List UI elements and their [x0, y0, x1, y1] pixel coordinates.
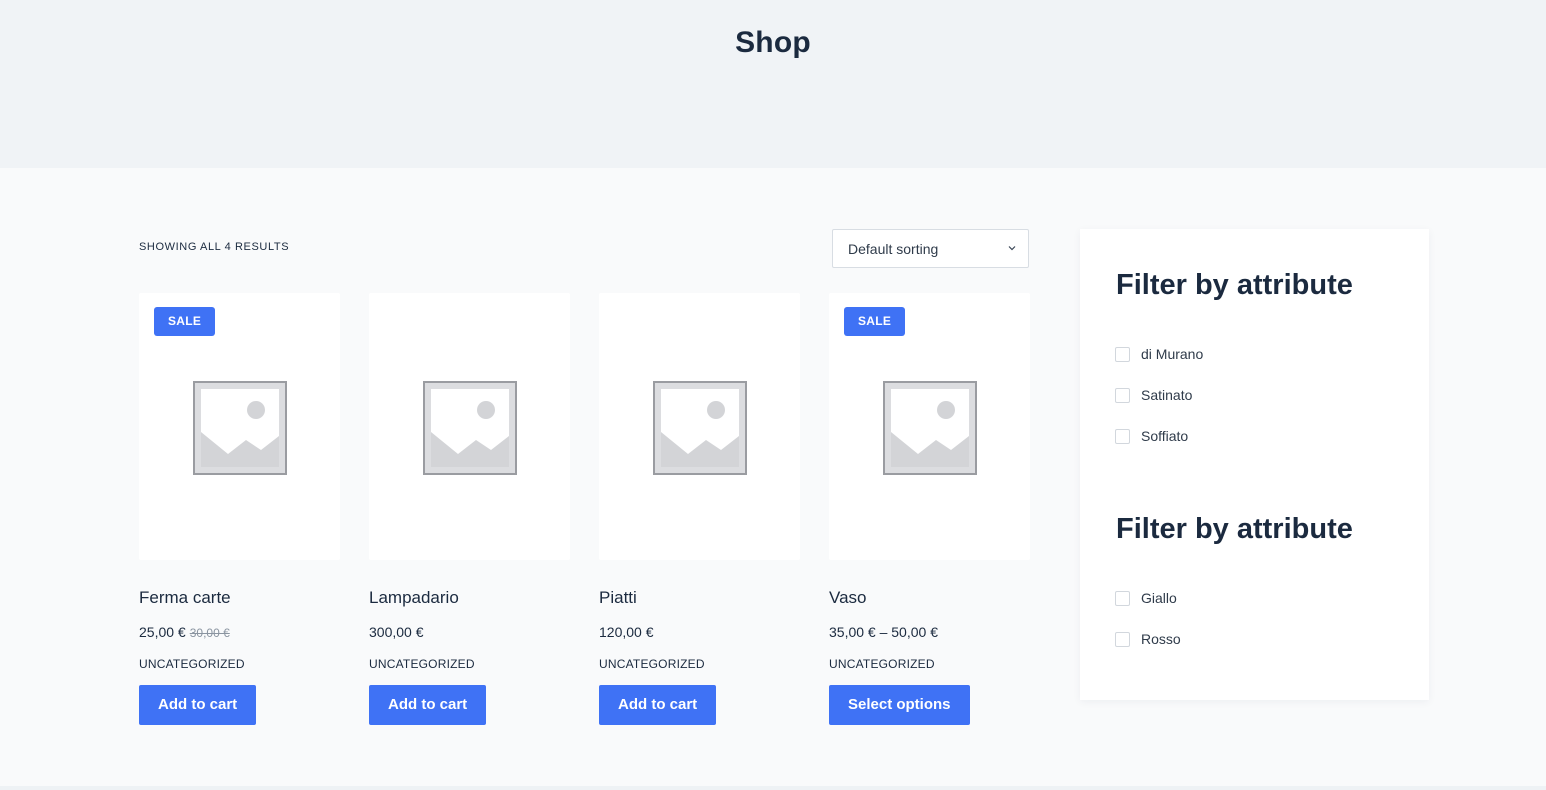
product-price: 300,00 € — [369, 624, 424, 640]
product-image[interactable] — [369, 293, 570, 560]
filter-option-label: Soffiato — [1141, 428, 1189, 444]
image-placeholder-icon — [193, 381, 287, 475]
product-card: Piatti 120,00 € UNCATEGORIZED Add to car… — [599, 293, 800, 725]
image-placeholder-icon — [883, 381, 977, 475]
filter-option-rosso[interactable]: Rosso — [1115, 631, 1181, 647]
product-category[interactable]: UNCATEGORIZED — [829, 657, 935, 671]
filter-option-label: Rosso — [1141, 631, 1181, 647]
add-to-cart-button[interactable]: Add to cart — [599, 685, 717, 725]
sale-price: 25,00 € — [139, 624, 186, 640]
product-card: SALE Vaso 35,00 € – 50,00 € UNCATEGORIZE… — [829, 293, 1030, 725]
product-category[interactable]: UNCATEGORIZED — [599, 657, 705, 671]
product-image[interactable]: SALE — [829, 293, 1030, 560]
regular-price: 30,00 € — [189, 626, 230, 640]
sale-badge: SALE — [844, 307, 906, 336]
product-title[interactable]: Vaso — [829, 588, 867, 608]
filter-checkbox[interactable] — [1115, 346, 1130, 362]
product-card: Lampadario 300,00 € UNCATEGORIZED Add to… — [369, 293, 570, 725]
chevron-down-icon — [1008, 246, 1016, 251]
image-placeholder-icon — [653, 381, 747, 475]
product-category[interactable]: UNCATEGORIZED — [369, 657, 475, 671]
product-title[interactable]: Lampadario — [369, 588, 459, 608]
product-image[interactable]: SALE — [139, 293, 340, 560]
product-card: SALE Ferma carte 25,00 €30,00 € UNCATEGO… — [139, 293, 340, 725]
filter-option-satinato[interactable]: Satinato — [1115, 387, 1192, 403]
filter-option-giallo[interactable]: Giallo — [1115, 590, 1177, 606]
filter-option-label: Satinato — [1141, 387, 1193, 403]
product-category[interactable]: UNCATEGORIZED — [139, 657, 245, 671]
sale-badge: SALE — [154, 307, 216, 336]
select-options-button[interactable]: Select options — [829, 685, 970, 725]
filter-option-label: di Murano — [1141, 346, 1204, 362]
product-image[interactable] — [599, 293, 800, 560]
filter-checkbox[interactable] — [1115, 631, 1130, 647]
footer-strip — [0, 786, 1546, 790]
filter-widget-title: Filter by attribute — [1116, 269, 1353, 301]
add-to-cart-button[interactable]: Add to cart — [139, 685, 257, 725]
filter-sidebar: Filter by attribute di Murano Satinato S… — [1080, 229, 1429, 700]
filter-option-label: Giallo — [1141, 590, 1177, 606]
sorting-selected-label: Default sorting — [848, 240, 939, 257]
product-price: 35,00 € – 50,00 € — [829, 624, 938, 640]
filter-option-di-murano[interactable]: di Murano — [1115, 346, 1203, 362]
product-title[interactable]: Piatti — [599, 588, 637, 608]
page-header: Shop — [0, 0, 1546, 168]
filter-widget-title: Filter by attribute — [1116, 513, 1353, 545]
result-count: SHOWING ALL 4 RESULTS — [139, 241, 290, 253]
filter-checkbox[interactable] — [1115, 428, 1130, 444]
filter-checkbox[interactable] — [1115, 387, 1130, 403]
image-placeholder-icon — [423, 381, 517, 475]
filter-checkbox[interactable] — [1115, 590, 1130, 606]
add-to-cart-button[interactable]: Add to cart — [369, 685, 487, 725]
filter-option-soffiato[interactable]: Soffiato — [1115, 428, 1188, 444]
product-price: 120,00 € — [599, 624, 654, 640]
page-title: Shop — [735, 26, 811, 59]
sorting-select[interactable]: Default sorting — [832, 229, 1029, 268]
product-title[interactable]: Ferma carte — [139, 588, 231, 608]
product-price: 25,00 €30,00 € — [139, 624, 230, 640]
